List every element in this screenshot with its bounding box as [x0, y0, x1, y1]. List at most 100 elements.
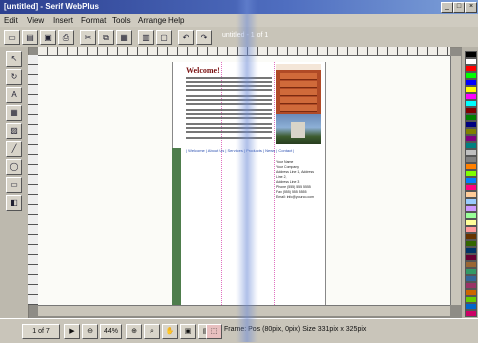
color-swatch[interactable] [465, 310, 477, 317]
color-swatch[interactable] [465, 177, 477, 184]
body-text-line [186, 99, 272, 101]
color-swatch[interactable] [465, 212, 477, 219]
menu-item-format[interactable]: Format [81, 14, 106, 27]
color-swatch[interactable] [465, 191, 477, 198]
nav-button[interactable] [280, 81, 317, 88]
zoom-tool-icon[interactable]: ⌕ [144, 324, 160, 339]
menu-item-insert[interactable]: Insert [53, 14, 73, 27]
frame-icon[interactable]: ▢ [156, 30, 172, 45]
layout-icon[interactable]: ▥ [138, 30, 154, 45]
menu-item-edit[interactable]: Edit [4, 14, 18, 27]
color-swatch[interactable] [465, 114, 477, 121]
color-swatch[interactable] [465, 58, 477, 65]
body-text-line [186, 131, 272, 133]
vertical-scrollbar[interactable] [450, 56, 461, 305]
color-swatch[interactable] [465, 303, 477, 310]
color-swatch[interactable] [465, 240, 477, 247]
table-tool-icon[interactable]: ▦ [6, 105, 22, 121]
nav-button[interactable] [280, 105, 317, 112]
nav-button[interactable] [280, 89, 317, 96]
text-tool-icon[interactable]: A [6, 87, 22, 103]
body-text-line [186, 117, 272, 119]
color-swatch[interactable] [465, 93, 477, 100]
zoom-level[interactable]: 44% [100, 324, 122, 339]
next-page-icon[interactable]: ▶ [64, 324, 80, 339]
color-swatch[interactable] [465, 142, 477, 149]
address-line: Address Line 1, Address Line 2, [276, 170, 314, 179]
address-block: Your Name Your Company Address Line 1, A… [276, 160, 320, 200]
open-icon[interactable]: ▤ [22, 30, 38, 45]
zoom-out-icon[interactable]: ⊖ [82, 324, 98, 339]
footer-links[interactable]: | Welcome | About Us | Services | Produc… [186, 148, 318, 158]
new-icon[interactable]: ▭ [4, 30, 20, 45]
maximize-icon[interactable]: □ [453, 2, 465, 13]
copy-icon[interactable]: ⧉ [98, 30, 114, 45]
title-bar: [untitled] - Serif WebPlus _ □ × [0, 0, 478, 14]
building-icon [291, 122, 305, 138]
color-swatch[interactable] [465, 275, 477, 282]
zoom-in-icon[interactable]: ⊕ [126, 324, 142, 339]
view-mode-icon[interactable]: ▣ [180, 324, 196, 339]
color-swatch[interactable] [465, 282, 477, 289]
sidebar-green-strip [172, 148, 181, 305]
color-swatch[interactable] [465, 163, 477, 170]
page-indicator[interactable]: 1 of 7 [22, 324, 60, 339]
cut-icon[interactable]: ✂ [80, 30, 96, 45]
undo-icon[interactable]: ↶ [178, 30, 194, 45]
color-swatch[interactable] [465, 121, 477, 128]
nav-header [276, 64, 321, 70]
print-icon[interactable]: ⎙ [58, 30, 74, 45]
color-palette [462, 47, 478, 322]
color-swatch[interactable] [465, 219, 477, 226]
minimize-icon[interactable]: _ [441, 2, 453, 13]
hotspot-tool-icon[interactable]: ◧ [6, 195, 22, 211]
menu-item-help[interactable]: Help [168, 14, 184, 27]
picture-tool-icon[interactable]: ▨ [6, 123, 22, 139]
color-swatch[interactable] [465, 170, 477, 177]
horizontal-scrollbar[interactable] [38, 305, 450, 316]
color-swatch[interactable] [465, 65, 477, 72]
shape-tool-icon[interactable]: ◯ [6, 159, 22, 175]
menu-item-tools[interactable]: Tools [112, 14, 131, 27]
color-swatch[interactable] [465, 296, 477, 303]
color-swatch[interactable] [465, 226, 477, 233]
color-swatch[interactable] [465, 86, 477, 93]
color-swatch[interactable] [465, 205, 477, 212]
color-swatch[interactable] [465, 247, 477, 254]
guide-line[interactable] [274, 62, 275, 305]
color-swatch[interactable] [465, 261, 477, 268]
color-swatch[interactable] [465, 289, 477, 296]
paste-icon[interactable]: ▦ [116, 30, 132, 45]
color-swatch[interactable] [465, 233, 477, 240]
nav-button[interactable] [280, 97, 317, 104]
color-swatch[interactable] [465, 128, 477, 135]
color-swatch[interactable] [465, 79, 477, 86]
line-tool-icon[interactable]: ╱ [6, 141, 22, 157]
color-swatch[interactable] [465, 51, 477, 58]
color-swatch[interactable] [465, 254, 477, 261]
color-swatch[interactable] [465, 198, 477, 205]
rectangle-tool-icon[interactable]: ▭ [6, 177, 22, 193]
save-icon[interactable]: ▣ [40, 30, 56, 45]
pointer-tool-icon[interactable]: ↖ [6, 51, 22, 67]
body-text-line [186, 77, 272, 79]
building-photo[interactable] [276, 114, 321, 144]
close-icon[interactable]: × [465, 2, 477, 13]
color-swatch[interactable] [465, 268, 477, 275]
color-swatch[interactable] [465, 72, 477, 79]
hand-tool-icon[interactable]: ✋ [162, 324, 178, 339]
nav-button[interactable] [280, 73, 317, 80]
frame-tool-icon[interactable]: ⬚ [206, 324, 222, 339]
color-swatch[interactable] [465, 107, 477, 114]
page-heading[interactable]: Welcome! [186, 66, 220, 75]
redo-icon[interactable]: ↷ [196, 30, 212, 45]
color-swatch[interactable] [465, 149, 477, 156]
color-swatch[interactable] [465, 184, 477, 191]
menu-item-arrange[interactable]: Arrange [138, 14, 166, 27]
color-swatch[interactable] [465, 100, 477, 107]
color-swatch[interactable] [465, 135, 477, 142]
color-swatch[interactable] [465, 156, 477, 163]
rotate-tool-icon[interactable]: ↻ [6, 69, 22, 85]
menu-item-view[interactable]: View [27, 14, 44, 27]
body-text-line [186, 113, 272, 115]
